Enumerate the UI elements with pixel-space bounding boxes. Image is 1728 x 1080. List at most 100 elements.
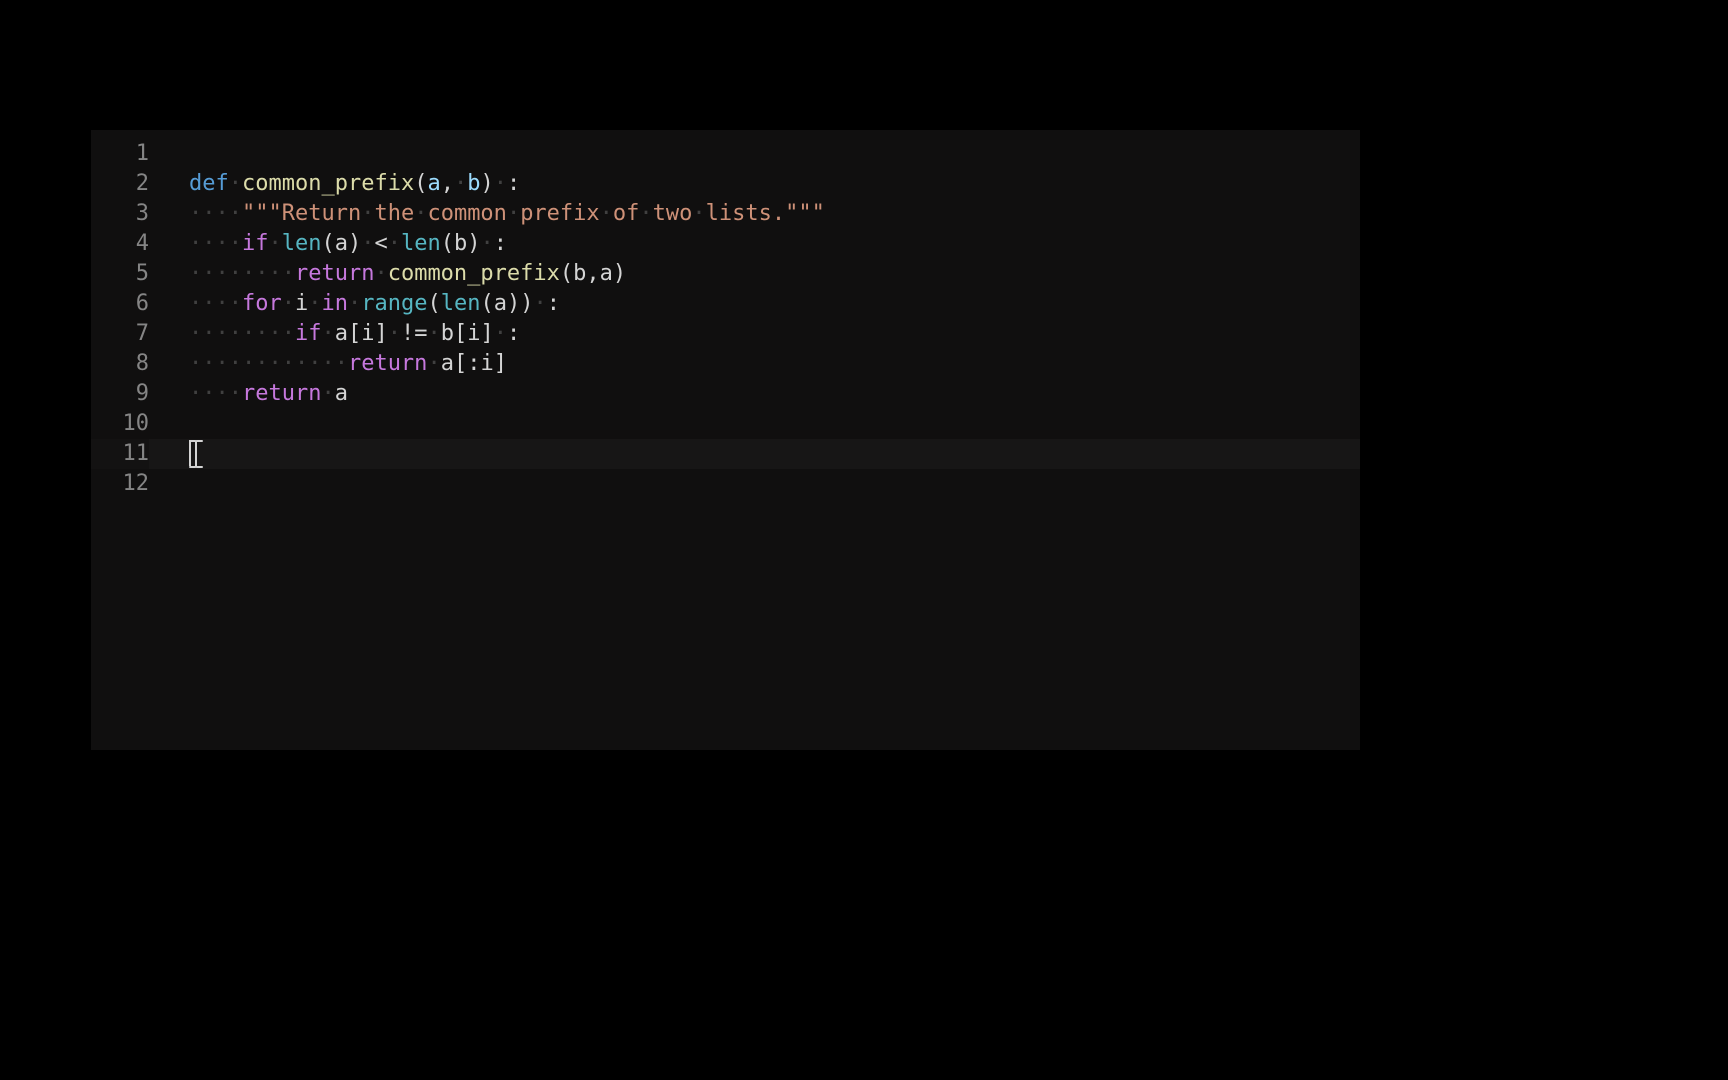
code-token: common [427,201,506,226]
code-token: != [401,321,428,346]
code-token: ( [414,171,427,196]
code-token: ) [348,231,361,256]
line-number: 8 [91,349,149,379]
code-token: ) [520,291,533,316]
code-editor[interactable]: 12def·common_prefix(a,·b)·:3····"""Retur… [91,130,1360,750]
code-token: · [600,201,613,226]
code-token: ( [560,261,573,286]
code-token: · [494,171,507,196]
code-token: · [454,171,467,196]
line-content[interactable]: ····return·a [149,379,1360,409]
code-token: ) [613,261,626,286]
code-token: : [507,321,520,346]
code-token: ···· [189,201,242,226]
code-token: ] [374,321,387,346]
code-token: ( [321,231,334,256]
text-cursor [189,440,191,466]
code-token: · [427,351,440,376]
code-token: b [441,321,454,346]
code-token: ········ [189,261,295,286]
code-token: a [335,381,348,406]
code-token: · [533,291,546,316]
line-content[interactable]: ········if·a[i]·!=·b[i]·: [149,319,1360,349]
code-area[interactable]: 12def·common_prefix(a,·b)·:3····"""Retur… [91,130,1360,499]
code-line[interactable]: 4····if·len(a)·<·len(b)·: [91,229,1360,259]
code-line[interactable]: 1 [91,139,1360,169]
line-number: 10 [91,409,149,439]
line-number: 1 [91,139,149,169]
code-token: · [374,261,387,286]
code-token: ············ [189,351,348,376]
line-number: 11 [91,439,149,469]
code-token: a [494,291,507,316]
code-line[interactable]: 9····return·a [91,379,1360,409]
code-token: def [189,171,229,196]
line-content[interactable]: ········return·common_prefix(b,a) [149,259,1360,289]
code-token: of [613,201,640,226]
line-content[interactable]: ····"""Return·the·common·prefix·of·two·l… [149,199,1360,229]
code-line[interactable]: 3····"""Return·the·common·prefix·of·two·… [91,199,1360,229]
code-token: if [295,321,322,346]
code-token: """Return [242,201,361,226]
code-token: for [242,291,282,316]
code-token: · [427,321,440,346]
line-content[interactable]: ············return·a[:i] [149,349,1360,379]
code-token: : [507,171,520,196]
code-token: i [480,351,493,376]
code-token: ) [507,291,520,316]
code-line[interactable]: 8············return·a[:i] [91,349,1360,379]
code-token: common_prefix [388,261,560,286]
code-token: len [441,291,481,316]
line-number: 7 [91,319,149,349]
code-token: len [282,231,322,256]
line-number: 5 [91,259,149,289]
code-line[interactable]: 12 [91,469,1360,499]
code-token: ( [427,291,440,316]
code-token: · [321,381,334,406]
line-content[interactable] [149,439,1360,469]
code-token: return [295,261,374,286]
code-token: two [653,201,693,226]
text-caret-icon [189,440,203,468]
line-number: 4 [91,229,149,259]
code-line[interactable]: 5········return·common_prefix(b,a) [91,259,1360,289]
code-token: range [361,291,427,316]
code-token: lists.""" [706,201,825,226]
code-line[interactable]: 6····for·i·in·range(len(a))·: [91,289,1360,319]
line-number: 6 [91,289,149,319]
code-token: · [639,201,652,226]
code-token: · [268,231,281,256]
code-token: [ [454,351,467,376]
code-line[interactable]: 10 [91,409,1360,439]
code-token: , [586,261,599,286]
code-token: : [467,351,480,376]
code-token: ( [480,291,493,316]
code-token: · [321,321,334,346]
code-token: a [600,261,613,286]
code-token: a [335,321,348,346]
line-content[interactable]: def·common_prefix(a,·b)·: [149,169,1360,199]
line-content[interactable]: ····if·len(a)·<·len(b)·: [149,229,1360,259]
code-token: · [692,201,705,226]
code-token: len [401,231,441,256]
line-content[interactable]: ····for·i·in·range(len(a))·: [149,289,1360,319]
line-content[interactable] [149,139,1360,169]
code-token: a [335,231,348,256]
code-token: ···· [189,291,242,316]
code-token: in [321,291,348,316]
code-token: · [361,231,374,256]
line-number: 9 [91,379,149,409]
code-line[interactable]: 2def·common_prefix(a,·b)·: [91,169,1360,199]
code-token: ) [467,231,480,256]
line-content[interactable] [149,409,1360,439]
code-token: ···· [189,381,242,406]
code-token: : [547,291,560,316]
code-token: , [441,171,454,196]
code-token: if [242,231,269,256]
code-token: i [295,291,308,316]
code-line[interactable]: 11 [91,439,1360,469]
code-line[interactable]: 7········if·a[i]·!=·b[i]·: [91,319,1360,349]
code-token: · [494,321,507,346]
line-content[interactable] [149,469,1360,499]
code-token: · [388,321,401,346]
